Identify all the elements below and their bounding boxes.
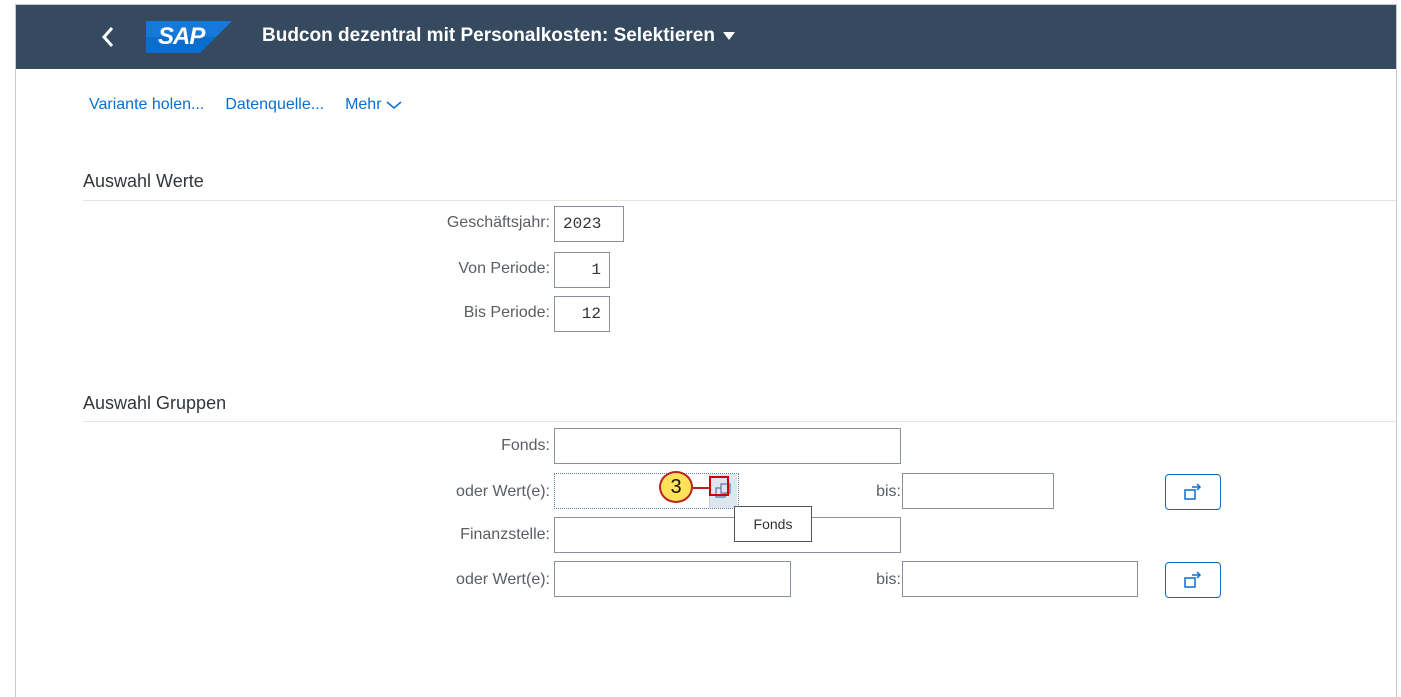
finanzstelle-label: Finanzstelle: xyxy=(460,526,550,543)
finanzstelle-values-label: oder Wert(e): xyxy=(456,571,550,588)
from-period-label: Von Periode: xyxy=(458,260,550,277)
group-divider xyxy=(83,421,1396,422)
logo-text: SAP xyxy=(158,23,205,50)
group-divider xyxy=(83,200,1396,201)
to-period-field[interactable]: 12 xyxy=(554,296,610,332)
step-callout: 3 xyxy=(659,471,693,503)
datasource-button[interactable]: Datenquelle... xyxy=(225,96,324,114)
more-button[interactable]: Mehr xyxy=(345,96,402,114)
finanzstelle-multiple-selection-button[interactable] xyxy=(1165,562,1221,598)
group-title-values: Auswahl Werte xyxy=(83,171,204,191)
finanzstelle-values-to-field[interactable] xyxy=(902,561,1138,597)
fonds-field[interactable] xyxy=(554,428,901,464)
fonds-values-label: oder Wert(e): xyxy=(456,483,550,500)
callout-connector xyxy=(693,487,709,489)
toolbar: Variante holen... Datenquelle... Mehr xyxy=(89,93,423,117)
variant-button[interactable]: Variante holen... xyxy=(89,96,204,114)
tooltip: Fonds xyxy=(734,506,812,542)
multiple-selection-icon xyxy=(1184,571,1202,588)
dropdown-icon xyxy=(722,32,735,40)
fonds-label: Fonds: xyxy=(501,437,550,454)
group-title-groups: Auswahl Gruppen xyxy=(83,393,227,413)
fonds-values-to-field[interactable] xyxy=(902,473,1054,509)
fiscal-year-field[interactable]: 2023 xyxy=(554,206,624,242)
callout-highlight xyxy=(709,476,729,496)
back-button[interactable] xyxy=(94,23,122,51)
chevron-down-icon xyxy=(386,101,402,109)
to-period-label: Bis Periode: xyxy=(463,304,550,321)
fonds-multiple-selection-button[interactable] xyxy=(1165,474,1221,510)
app-title-menu[interactable]: Budcon dezentral mit Personalkosten: Sel… xyxy=(262,25,735,47)
multiple-selection-icon xyxy=(1184,483,1202,500)
fiscal-year-label: Geschäftsjahr: xyxy=(446,214,550,231)
back-icon xyxy=(101,27,114,47)
app-window: SAP Budcon dezentral mit Personalkosten:… xyxy=(15,4,1397,697)
finanzstelle-values-from-field[interactable] xyxy=(554,561,791,597)
shell-bar: SAP Budcon dezentral mit Personalkosten:… xyxy=(16,5,1396,69)
from-period-field[interactable]: 1 xyxy=(554,252,610,288)
finanzstelle-field[interactable] xyxy=(554,517,901,553)
more-label: Mehr xyxy=(345,96,382,113)
finanzstelle-to-label: bis: xyxy=(876,571,901,588)
sap-logo[interactable]: SAP xyxy=(146,21,232,53)
page-title: Budcon dezentral mit Personalkosten: Sel… xyxy=(262,25,715,46)
fonds-to-label: bis: xyxy=(876,483,901,500)
